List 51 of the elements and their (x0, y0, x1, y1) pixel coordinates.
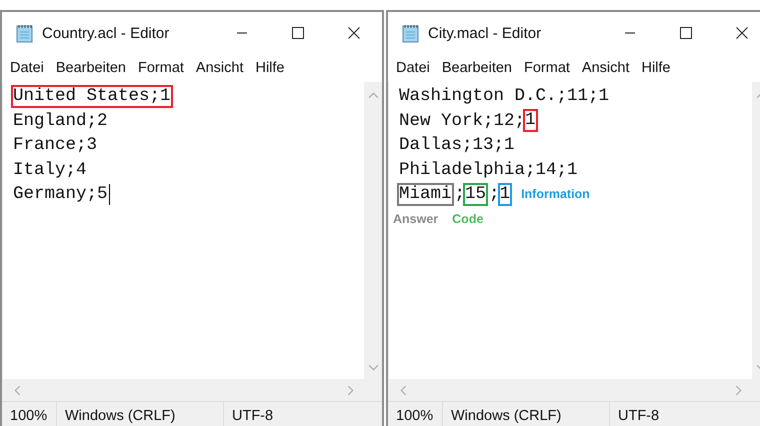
text-cursor (108, 184, 110, 205)
menu-item[interactable]: Bearbeiten (442, 60, 512, 76)
maximize-icon (292, 27, 304, 39)
annotation-label: Answer (393, 212, 438, 226)
menu-item[interactable]: Datei (396, 60, 430, 76)
text-line: France;3 (13, 135, 98, 156)
scroll-down-icon[interactable] (368, 364, 378, 371)
text-line: New York;12; (399, 110, 526, 131)
scroll-left-icon[interactable] (14, 384, 21, 396)
line-ending: Windows (CRLF) (57, 402, 224, 426)
scroll-up-icon[interactable] (368, 92, 378, 99)
scroll-left-icon[interactable] (400, 384, 407, 396)
encoding: UTF-8 (617, 407, 660, 426)
text-line: Philadelphia;14;1 (399, 160, 578, 180)
menu-item[interactable]: Format (524, 60, 570, 76)
annotation-label: Code (452, 212, 484, 226)
menu-item[interactable]: Hilfe (255, 60, 284, 76)
maximize-icon (680, 27, 692, 39)
highlighted-text: United States;1 (11, 84, 173, 108)
scroll-right-icon[interactable] (347, 384, 354, 396)
text-line: ; (454, 184, 466, 204)
notepad-icon (16, 23, 34, 43)
text-area[interactable]: United States;1 England;2 France;3 Italy;4 Germany;5 (3, 82, 364, 379)
zoom-level: 100% (2, 402, 57, 426)
menu-item[interactable]: Datei (10, 60, 44, 76)
text-line: Washington D.C.;11;1 (399, 86, 610, 106)
menu-item[interactable]: Bearbeiten (56, 60, 126, 76)
menu-item[interactable]: Ansicht (582, 60, 630, 76)
close-icon (736, 27, 748, 39)
menu-item[interactable]: Hilfe (641, 60, 670, 76)
zoom-level: 100% (388, 402, 443, 426)
annotation-label: Information (521, 187, 590, 202)
text-line: Germany;5 (13, 184, 108, 204)
highlighted-text: Miami (397, 182, 454, 206)
text-line: Italy;4 (13, 160, 87, 180)
notepad-icon (402, 23, 420, 43)
menu-item[interactable]: Ansicht (196, 60, 244, 76)
menu-item[interactable]: Format (138, 60, 184, 76)
highlighted-text: 15 (463, 182, 488, 206)
highlighted-text: 1 (498, 182, 512, 206)
text-line: England;2 (13, 110, 108, 131)
close-icon (348, 27, 360, 39)
text-line: ; (489, 184, 500, 204)
line-ending: Windows (CRLF) (443, 402, 610, 426)
window-title: City.macl - Editor (428, 24, 542, 42)
highlighted-text: 1 (523, 109, 538, 132)
scroll-right-icon[interactable] (735, 384, 742, 396)
text-line: Dallas;13;1 (399, 135, 515, 156)
window-title: Country.acl - Editor (42, 24, 170, 42)
text-area[interactable]: Washington D.C.;11;1 New York;12;1 Dallas;13;1 Philadelphia;14;1 Miami ;15 ;1 Information Answer Code (389, 82, 752, 379)
encoding: UTF-8 (231, 407, 274, 426)
